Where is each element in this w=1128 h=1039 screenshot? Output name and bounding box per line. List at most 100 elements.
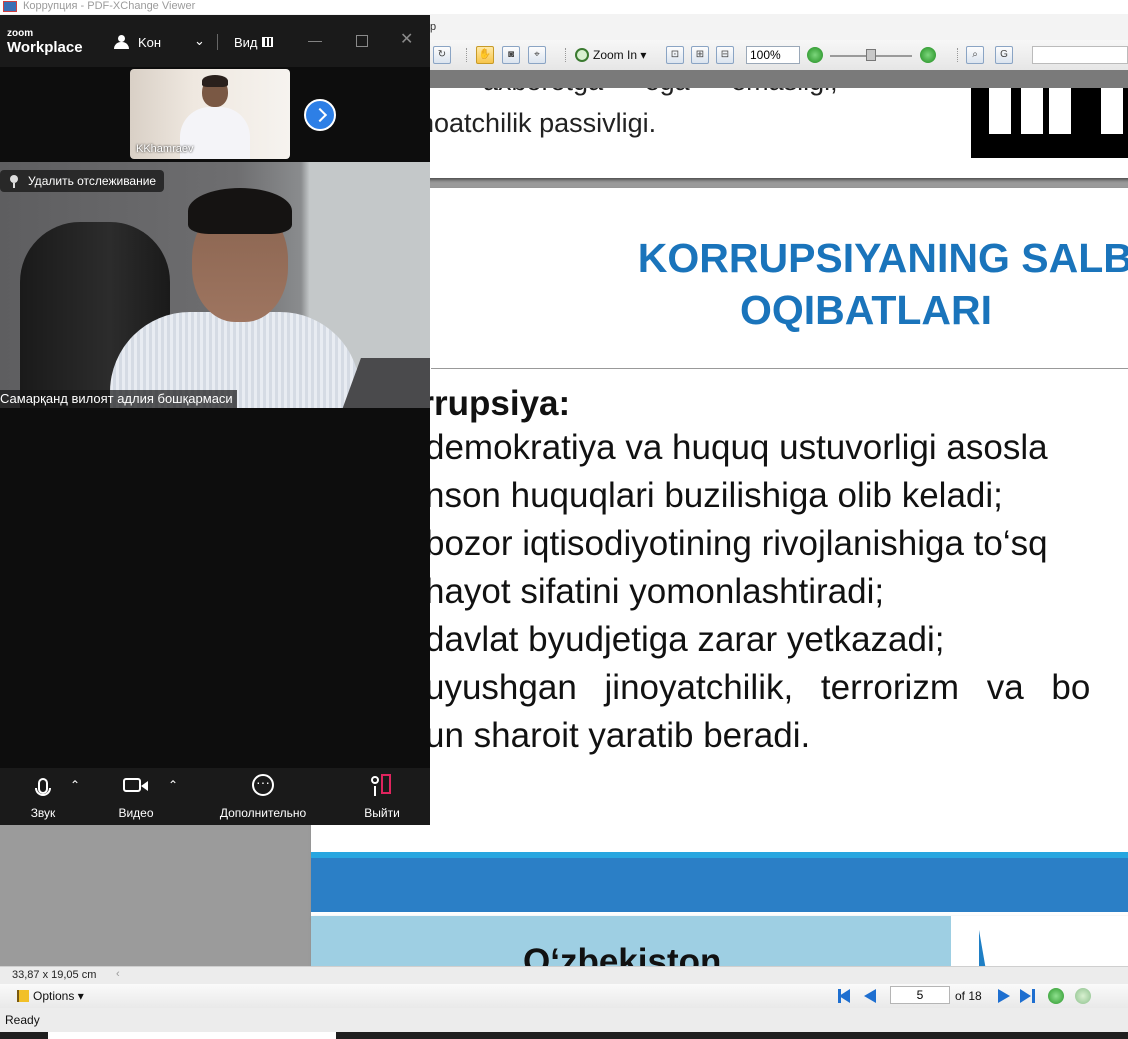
leave-button[interactable]: Выйти	[352, 772, 412, 824]
current-page: KORRUPSIYANING SALBI OQIBATLARI orrupsiy…	[311, 188, 1128, 918]
chevron-right-icon	[312, 107, 328, 123]
participants-icon[interactable]	[114, 35, 130, 49]
options-button[interactable]: Options ▾	[17, 987, 84, 1005]
header-divider	[217, 34, 218, 50]
pdf-app-icon	[3, 1, 17, 12]
zoom-slider-thumb[interactable]	[866, 49, 876, 61]
spotlight-video[interactable]: Удалить отслеживание Самарқанд вилоят ад…	[0, 162, 430, 408]
leave-label: Выйти	[364, 806, 400, 820]
video-person	[188, 188, 292, 234]
zoom-in-button[interactable]: Zoom In ▾	[575, 46, 659, 64]
slide-bullet: nson huquqlari buzilishiga olib keladi;	[425, 476, 1003, 515]
last-page-bar	[1032, 989, 1035, 1003]
google-search-icon[interactable]: G	[995, 46, 1013, 64]
maximize-icon[interactable]	[356, 35, 368, 47]
page-total: of 18	[955, 989, 982, 1003]
navigation-bar: Options ▾ 5 of 18	[0, 984, 1128, 1009]
slide-bullet: davlat byudjetiga zarar yetkazadi;	[425, 620, 945, 659]
more-icon: ···	[252, 774, 274, 796]
thumbnail-person	[202, 75, 228, 87]
toolbar-separator	[957, 48, 960, 62]
microphone-icon	[35, 778, 51, 796]
chevron-down-icon[interactable]: ⌄	[194, 33, 205, 49]
last-page-icon[interactable]	[1020, 989, 1031, 1003]
slide-footer-bar	[311, 852, 1128, 912]
magnifier-icon	[575, 48, 589, 62]
forward-view-icon[interactable]	[1075, 988, 1091, 1004]
rotate-icon[interactable]: ↻	[433, 46, 451, 64]
actual-size-icon[interactable]: ⊡	[666, 46, 684, 64]
options-label: Options	[33, 989, 75, 1003]
thumbnail-name: KKhamraev	[136, 143, 194, 155]
next-page: O‘zbekiston	[311, 916, 1128, 966]
slide-bullet: uyushgan jinoyatchilik, terrorizm va bo	[425, 668, 1091, 707]
slide-title: KORRUPSIYANING SALBI OQIBATLARI	[511, 232, 1128, 336]
page-size-bar: 33,87 x 19,05 cm ‹	[0, 966, 1128, 985]
page-dimensions: 33,87 x 19,05 cm	[12, 969, 97, 981]
zoom-out-icon[interactable]	[807, 47, 823, 63]
slide-title-line: KORRUPSIYANING SALBI	[637, 235, 1128, 281]
previous-page: axborotga ega emasligi, noatchilik passi…	[311, 88, 1128, 178]
participants-label[interactable]: Koн	[138, 35, 161, 50]
zoom-header[interactable]: zoom Workplace Koн ⌄ Вид — ✕	[0, 15, 430, 67]
search-input[interactable]	[1032, 46, 1128, 64]
audio-options-caret-icon[interactable]: ⌃	[70, 778, 80, 792]
select-tool-icon[interactable]: ⌖	[528, 46, 546, 64]
toolbar-separator	[565, 48, 568, 62]
view-label[interactable]: Вид	[234, 35, 258, 50]
meeting-controls: Звук ⌃ Видео ⌃ ··· Дополнительно Выйти	[0, 768, 430, 825]
previous-page-image	[971, 88, 1128, 158]
back-view-icon[interactable]	[1048, 988, 1064, 1004]
audio-button[interactable]: Звук	[14, 772, 72, 824]
scroll-left-arrow-icon[interactable]: ‹	[116, 968, 120, 980]
video-label: Видео	[118, 806, 154, 820]
video-button[interactable]: Видео	[106, 772, 166, 824]
slide-bullet: hayot sifatini yomonlashtiradi;	[425, 572, 885, 611]
snapshot-icon[interactable]: ◙	[502, 46, 520, 64]
view-grid-icon[interactable]	[262, 37, 273, 47]
flag-icon	[17, 990, 29, 1002]
toolbar-separator	[466, 48, 469, 62]
zoom-in-label: Zoom In	[593, 48, 638, 62]
first-page-icon[interactable]	[839, 989, 850, 1003]
slide-bullet: un sharoit yaratib beradi.	[425, 716, 811, 755]
participant-strip: KKhamraev	[0, 67, 430, 163]
status-text: Ready	[5, 1013, 40, 1027]
taskbar	[0, 1032, 1128, 1039]
remove-spotlight-button[interactable]: Удалить отслеживание	[0, 170, 165, 192]
slide-bullet: bozor iqtisodiyotining rivojlanishiga to…	[425, 524, 1048, 563]
camera-icon	[123, 778, 148, 792]
close-icon[interactable]: ✕	[400, 29, 413, 49]
previous-page-line: axborotga ega emasligi,	[483, 88, 838, 97]
next-participants-button[interactable]	[304, 99, 336, 131]
video-options-caret-icon[interactable]: ⌃	[168, 778, 178, 792]
pdf-title-bar[interactable]: Коррупция - PDF-XChange Viewer	[0, 0, 1128, 14]
speaker-name: Самарқанд вилоят адлия бошқармаси	[0, 390, 237, 408]
more-label: Дополнительно	[219, 806, 307, 820]
pin-icon	[10, 175, 18, 188]
video-empty-area	[0, 408, 430, 768]
find-icon[interactable]: ⌕	[966, 46, 984, 64]
zoom-meeting-window[interactable]: zoom Workplace Koн ⌄ Вид — ✕ KKhamraev У…	[0, 15, 430, 825]
slide-title-line: OQIBATLARI	[739, 287, 993, 333]
more-button[interactable]: ··· Дополнительно	[214, 772, 312, 824]
page-number-input[interactable]: 5	[890, 986, 950, 1004]
slide-bullet: demokratiya va huquq ustuvorligi asosla	[425, 428, 1048, 467]
hand-tool-icon[interactable]: ✋	[476, 46, 494, 64]
previous-page-line: noatchilik passivligi.	[419, 108, 657, 138]
menu-fragment[interactable]: p	[430, 21, 436, 33]
previous-page-icon[interactable]	[864, 989, 876, 1003]
zoom-in-icon[interactable]	[920, 47, 936, 63]
zoom-level-input[interactable]: 100%	[746, 46, 800, 64]
participant-thumbnail[interactable]: KKhamraev	[130, 69, 290, 159]
next-page-heading: O‘zbekiston	[523, 942, 722, 966]
slide-divider	[431, 368, 1128, 369]
minimize-icon[interactable]: —	[308, 32, 322, 48]
zoom-logo-workplace: Workplace	[7, 39, 83, 56]
next-page-icon[interactable]	[998, 989, 1010, 1003]
audio-label: Звук	[30, 806, 56, 820]
fit-page-icon[interactable]: ⊞	[691, 46, 709, 64]
fit-width-icon[interactable]: ⊟	[716, 46, 734, 64]
remove-spotlight-label: Удалить отслеживание	[28, 174, 157, 188]
status-bar: Ready	[0, 1008, 1128, 1032]
